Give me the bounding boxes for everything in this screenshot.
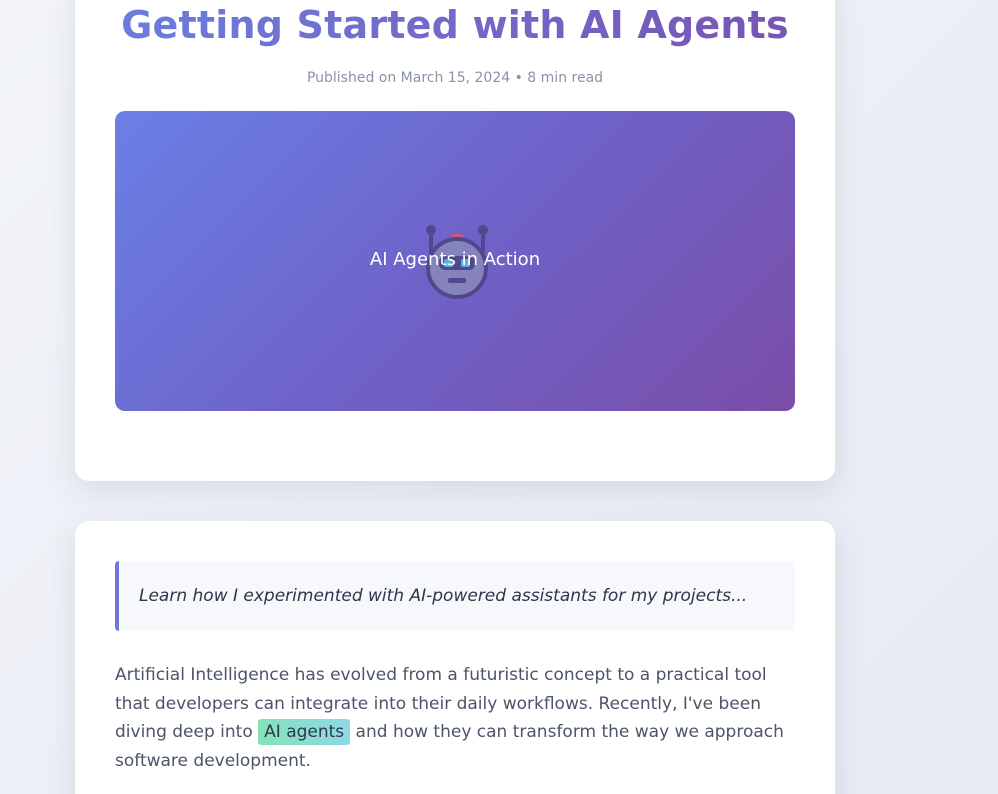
intro-blockquote: Learn how I experimented with AI-powered… [115,561,795,631]
hero-caption: AI Agents in Action [369,249,541,270]
article-paragraph: Artificial Intelligence has evolved from… [115,661,795,775]
article-title: Getting Started with AI Agents [75,3,835,47]
article-body-card: Learn how I experimented with AI-powered… [75,521,835,794]
article-meta: Published on March 15, 2024 • 8 min read [306,70,604,86]
intro-quote-text: Learn how I experimented with AI-powered… [139,586,748,606]
highlight-tag: AI agents [258,719,351,745]
hero-image: AI Agents in Action [115,111,795,411]
article-header-card: Getting Started with AI Agents Published… [75,0,835,481]
